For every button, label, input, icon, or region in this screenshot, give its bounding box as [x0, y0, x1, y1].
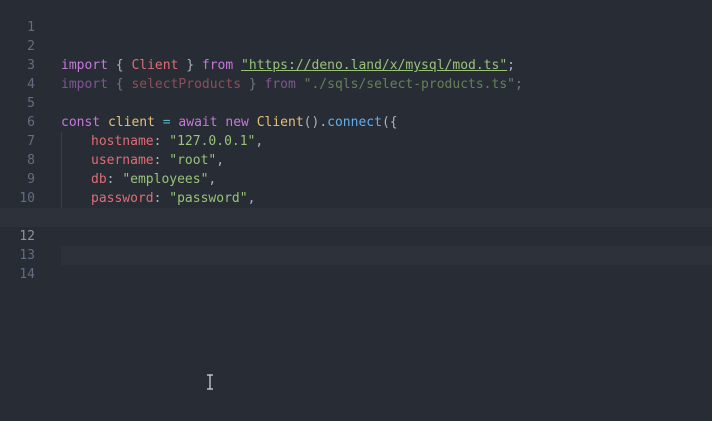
code-line-9[interactable]: 9 password: "password", [0, 151, 712, 208]
code-line-7[interactable]: 7 username: "root", [0, 113, 712, 170]
code-line-11[interactable]: 11 [0, 189, 712, 225]
text-ibeam-cursor-icon [207, 374, 213, 390]
code-editor[interactable]: 1 2 import { Client } from "https://deno… [0, 0, 712, 421]
code-line-5[interactable]: 5 const client = await new Client().conn… [0, 75, 712, 130]
code-line-8[interactable]: 8 db: "employees", [0, 132, 712, 189]
line-number: 14 [19, 267, 35, 282]
code-line-2[interactable]: 2 import { Client } from "https://deno.l… [0, 18, 712, 73]
code-line-10[interactable]: 10 }); [0, 170, 712, 225]
code-line-13[interactable]: 13 [0, 227, 712, 263]
code-line-14[interactable]: 14 [0, 246, 712, 282]
line-content[interactable] [61, 284, 712, 303]
line-content[interactable] [61, 265, 712, 284]
code-line-12-current[interactable]: 12 [0, 208, 712, 265]
code-line-6[interactable]: 6 hostname: "127.0.0.1", [0, 94, 712, 151]
code-line-3[interactable]: 3 import { selectProducts } from "./sqls… [0, 37, 712, 92]
code-line-4[interactable]: 4 [0, 56, 712, 92]
code-line-1[interactable]: 1 [0, 0, 712, 35]
editor-lines: 1 2 import { Client } from "https://deno… [0, 0, 712, 282]
